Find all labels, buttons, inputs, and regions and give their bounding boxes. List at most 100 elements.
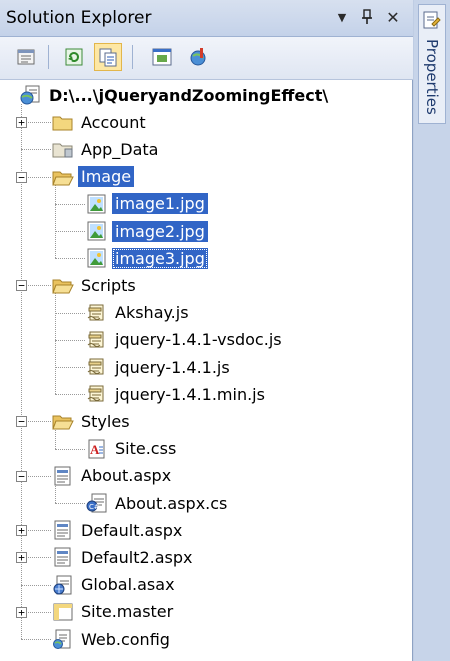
open-folder-icon bbox=[52, 279, 74, 294]
tree-item[interactable]: Global.asax bbox=[52, 572, 178, 598]
tree-item-label: Scripts bbox=[81, 275, 136, 295]
asp-config-tool-button[interactable] bbox=[184, 43, 212, 71]
svg-text:A: A bbox=[90, 442, 100, 457]
image-file-icon bbox=[87, 194, 106, 214]
tree-item[interactable]: C# About.aspx.cs bbox=[86, 490, 230, 516]
collapse-toggle[interactable]: − bbox=[16, 280, 27, 292]
explorer-toolbar bbox=[0, 37, 413, 80]
css-file-icon: A bbox=[88, 439, 105, 459]
tree-item[interactable]: image2.jpg bbox=[86, 218, 208, 244]
solution-tree: D:\...\jQueryandZoomingEffect\ + Account Ap… bbox=[0, 80, 413, 661]
show-all-files-icon bbox=[99, 48, 117, 67]
tree-root-label: D:\...\jQueryandZoomingEffect\ bbox=[49, 85, 329, 105]
tree-item-label: Site.css bbox=[115, 439, 177, 459]
refresh-icon bbox=[65, 48, 83, 66]
tree-guide-line bbox=[55, 291, 56, 395]
tree-item-label: Styles bbox=[81, 411, 130, 431]
tree-guide-line bbox=[55, 367, 85, 368]
toolbar-separator bbox=[48, 45, 49, 69]
refresh-tool-button[interactable] bbox=[60, 43, 88, 71]
aspx-file-icon bbox=[54, 520, 71, 540]
tree-item[interactable]: Scripts bbox=[52, 272, 139, 298]
pin-icon[interactable] bbox=[356, 6, 378, 28]
tree-item[interactable]: jquery-1.4.1.js bbox=[86, 354, 233, 380]
tree-guide-line bbox=[21, 584, 51, 586]
expand-toggle[interactable]: + bbox=[16, 606, 27, 618]
expand-toggle[interactable]: + bbox=[16, 525, 27, 537]
web-project-icon bbox=[20, 85, 40, 105]
expand-toggle[interactable]: + bbox=[16, 117, 27, 129]
tree-item-label: Akshay.js bbox=[115, 303, 189, 323]
view-designer-tool-button[interactable] bbox=[148, 43, 176, 71]
tree-guide-line bbox=[55, 182, 56, 259]
tree-item[interactable]: image3.jpg bbox=[86, 245, 208, 271]
tree-item-label: Image bbox=[78, 166, 135, 188]
collapse-toggle[interactable]: − bbox=[16, 470, 27, 482]
tree-item[interactable]: Site.master bbox=[52, 599, 176, 625]
tree-item[interactable]: Akshay.js bbox=[86, 300, 192, 326]
image-file-icon bbox=[87, 221, 106, 241]
collapse-toggle[interactable]: − bbox=[16, 416, 27, 428]
tree-guide-line bbox=[55, 231, 85, 232]
image-file-icon bbox=[87, 248, 106, 268]
script-file-icon bbox=[87, 331, 104, 348]
config-file-icon bbox=[53, 629, 71, 649]
properties-tab[interactable]: Properties bbox=[418, 4, 446, 124]
properties-tab-label: Properties bbox=[423, 39, 441, 115]
tree-item[interactable]: Account bbox=[52, 109, 149, 135]
tree-item[interactable]: About.aspx bbox=[52, 463, 174, 489]
panel-title: Solution Explorer bbox=[6, 8, 152, 28]
tree-item-label: jquery-1.4.1.js bbox=[115, 357, 230, 377]
tree-item-label: image2.jpg bbox=[112, 220, 208, 242]
tree-item-label: Global.asax bbox=[81, 575, 175, 595]
tree-item[interactable]: Styles bbox=[52, 408, 133, 434]
special-folder-icon bbox=[52, 143, 73, 158]
cs-file-icon: C# bbox=[86, 493, 107, 513]
properties-icon bbox=[17, 49, 35, 65]
tree-item[interactable]: jquery-1.4.1.min.js bbox=[86, 381, 268, 407]
tree-item[interactable]: Image bbox=[52, 164, 135, 190]
dropdown-icon[interactable]: ▼ bbox=[331, 6, 353, 28]
tree-item-label: jquery-1.4.1.min.js bbox=[115, 384, 265, 404]
open-folder-icon bbox=[52, 415, 74, 430]
tree-root[interactable]: D:\...\jQueryandZoomingEffect\ bbox=[20, 82, 331, 108]
expand-toggle[interactable]: + bbox=[16, 552, 27, 564]
tree-item[interactable]: jquery-1.4.1-vsdoc.js bbox=[86, 327, 285, 353]
tree-guide-line bbox=[55, 448, 85, 450]
script-file-icon bbox=[87, 385, 104, 402]
tree-item[interactable]: image1.jpg bbox=[86, 191, 208, 217]
tree-item-label: Default2.aspx bbox=[81, 547, 193, 567]
tree-item-label: App_Data bbox=[81, 139, 159, 159]
show-all-files-tool-button[interactable] bbox=[94, 43, 122, 71]
folder-icon bbox=[52, 116, 73, 131]
script-file-icon bbox=[87, 304, 104, 321]
master-page-icon bbox=[53, 603, 73, 621]
tree-item[interactable]: Web.config bbox=[52, 626, 173, 652]
tree-guide-line bbox=[55, 203, 85, 205]
tree-guide-line bbox=[21, 639, 51, 640]
panel-titlebar[interactable]: Solution Explorer ▼ ✕ bbox=[0, 0, 413, 37]
script-file-icon bbox=[87, 358, 104, 375]
properties-tab-icon bbox=[423, 11, 441, 29]
tree-item-label: image1.jpg bbox=[112, 193, 208, 215]
tree-item[interactable]: App_Data bbox=[52, 136, 161, 162]
tree-guide-line bbox=[55, 394, 85, 396]
tree-item[interactable]: A Site.css bbox=[86, 436, 179, 462]
tree-item-label: jquery-1.4.1-vsdoc.js bbox=[115, 330, 282, 350]
properties-tool-button[interactable] bbox=[12, 43, 40, 71]
tree-item-label: About.aspx.cs bbox=[115, 493, 228, 513]
tree-guide-line bbox=[21, 149, 51, 151]
solution-explorer-panel: Solution Explorer ▼ ✕ D:\...\jQueryandZo… bbox=[0, 0, 413, 661]
pin-icon-svg bbox=[362, 9, 372, 24]
tree-guide-line bbox=[55, 503, 85, 504]
close-icon[interactable]: ✕ bbox=[382, 6, 404, 28]
view-designer-icon bbox=[152, 48, 172, 66]
tree-item-label: image3.jpg bbox=[112, 247, 208, 269]
tree-item[interactable]: Default.aspx bbox=[52, 517, 185, 543]
tree-guide-line bbox=[55, 312, 85, 314]
toolbar-separator bbox=[132, 45, 133, 69]
tree-item[interactable]: Default2.aspx bbox=[52, 544, 196, 570]
open-folder-icon bbox=[52, 171, 74, 186]
tree-item-label: Web.config bbox=[81, 629, 170, 649]
collapse-toggle[interactable]: − bbox=[16, 171, 27, 183]
